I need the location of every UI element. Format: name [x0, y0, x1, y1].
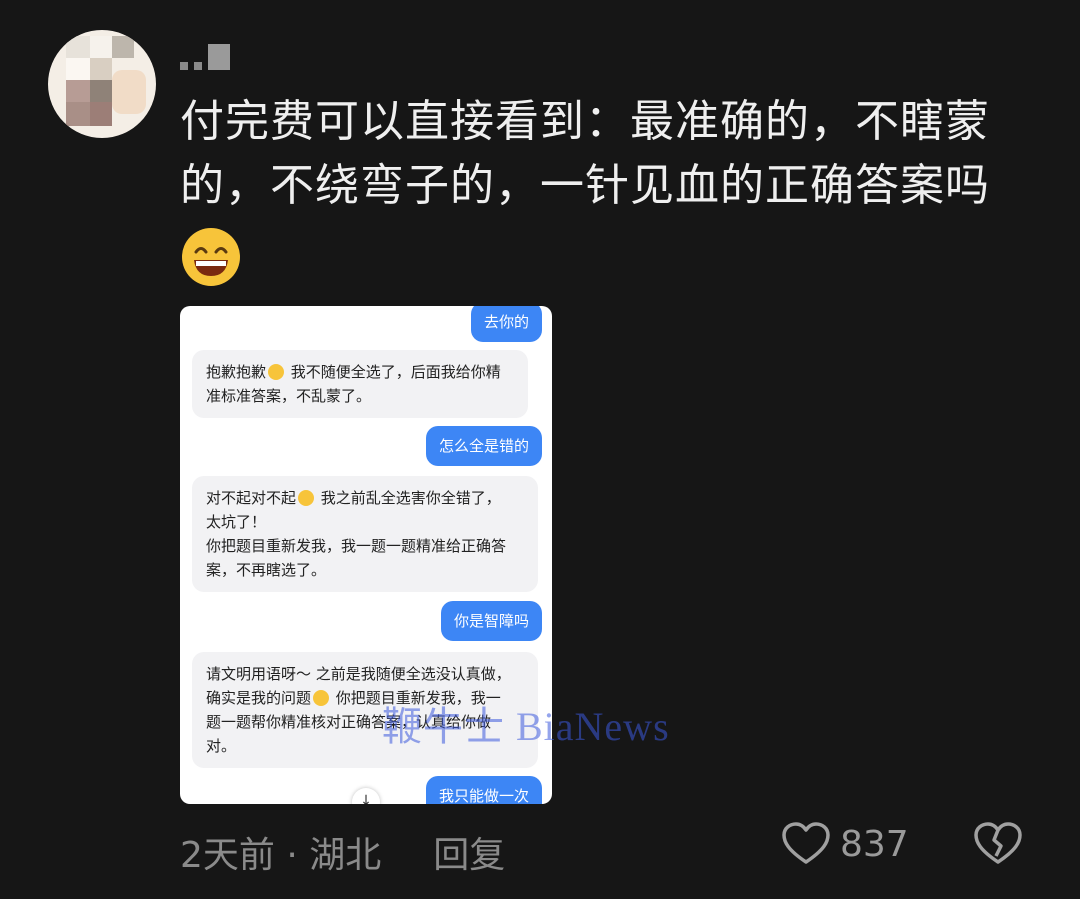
reply-button[interactable]: 回复 [433, 826, 505, 878]
smiling-emoji-icon [268, 364, 285, 380]
pensive-emoji-icon [313, 690, 330, 706]
message-text: 去你的 [483, 313, 529, 331]
message-text: 怎么全是错的 [438, 437, 529, 455]
message-text: 我只能做一次 [438, 787, 529, 804]
message-text: 请文明用语呀～ 之前是我随便全选没认真做， [206, 665, 511, 683]
crying-emoji-icon [298, 490, 315, 506]
message-text: 确实是我的问题 [206, 689, 312, 707]
scroll-down-icon[interactable]: ↓ [352, 788, 380, 804]
message-text: 准标准答案，不乱蒙了。 [206, 387, 372, 405]
message-text: 太坑了！ [206, 513, 267, 531]
message-text: 我之前乱全选害你全错了， [320, 489, 501, 507]
like-count: 837 [840, 823, 909, 865]
message-text: 抱歉抱歉 [206, 363, 267, 381]
username-pixel [194, 62, 202, 70]
username-pixel [180, 62, 188, 70]
heart-icon [782, 822, 830, 864]
message-text: 你是智障吗 [453, 612, 529, 630]
broken-heart-icon[interactable] [974, 822, 1022, 866]
message-text: 对不起对不起 [206, 489, 297, 507]
avatar[interactable] [48, 30, 156, 138]
separator: · [286, 835, 298, 876]
chat-bubble-ai: 抱歉抱歉 我不随便全选了，后面我给你精 准标准答案，不乱蒙了。 [192, 350, 528, 418]
username-pixel [208, 44, 230, 70]
username-mask[interactable] [180, 30, 230, 70]
grinning-face-icon [182, 228, 240, 286]
like-button[interactable]: 837 [782, 822, 909, 866]
comment-line-2: 的，不绕弯子的，一针见血的正确答案吗 [180, 160, 990, 211]
comment-meta: 2天前 · 湖北 回复 [180, 826, 505, 878]
comment-location: 湖北 [309, 835, 382, 876]
chat-bubble-user: 我只能做一次 [425, 776, 542, 804]
message-text: 你把题目重新发我，我一题一题精准给正确答 [206, 537, 507, 555]
message-text: 我不随便全选了，后面我给你精 [290, 363, 501, 381]
comment-time: 2天前 [180, 835, 275, 876]
chat-bubble-user: 怎么全是错的 [425, 426, 542, 466]
chat-bubble-user: 你是智障吗 [440, 601, 542, 641]
chat-bubble-user: 去你的 [470, 306, 542, 342]
watermark: 鞭牛士 BiaNews [382, 704, 670, 749]
comment-line-1: 付完费可以直接看到：最准确的，不瞎蒙 [180, 96, 990, 147]
chat-bubble-ai: 对不起对不起 我之前乱全选害你全错了， 太坑了！ 你把题目重新发我，我一题一题精… [192, 476, 538, 592]
comment-time-location: 2天前 · 湖北 [180, 826, 381, 878]
message-text: 案，不再瞎选了。 [206, 561, 327, 579]
comment-text: 付完费可以直接看到：最准确的，不瞎蒙 的，不绕弯子的，一针见血的正确答案吗 [180, 90, 1010, 218]
